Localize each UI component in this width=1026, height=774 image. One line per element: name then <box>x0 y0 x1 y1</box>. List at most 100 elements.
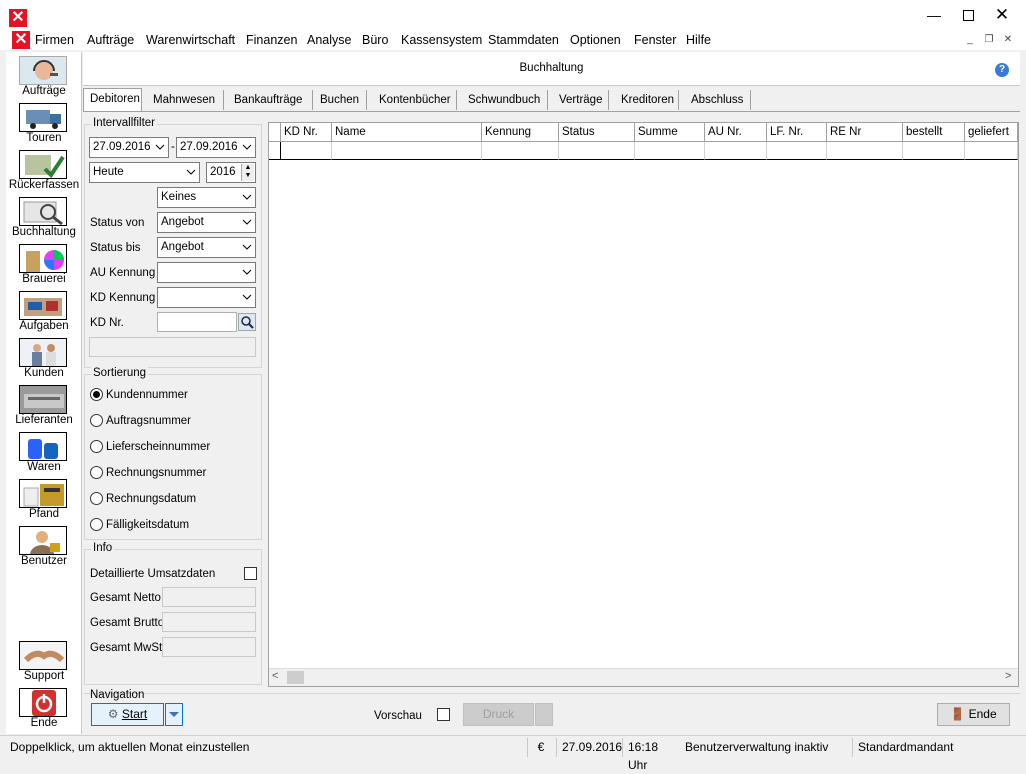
table-cell[interactable] <box>903 142 965 160</box>
column-header-kd-nr[interactable]: KD Nr. <box>281 123 332 142</box>
menu-finanzen[interactable]: Finanzen <box>246 32 297 48</box>
scroll-right-icon[interactable]: > <box>1005 670 1011 682</box>
spinner-arrows-icon[interactable]: ▲ ▼ <box>241 164 254 181</box>
mdi-close-icon[interactable]: ✕ <box>1000 33 1016 47</box>
sort-option-rechnungsnummer[interactable]: Rechnungsnummer <box>90 465 255 481</box>
column-header-bestellt[interactable]: bestellt <box>903 123 965 142</box>
sidebar-item-lieferanten[interactable]: Lieferanten <box>6 383 82 430</box>
status-von-select[interactable]: Angebot <box>157 212 256 233</box>
table-cell[interactable] <box>482 142 559 160</box>
column-header-re-nr[interactable]: RE Nr <box>827 123 903 142</box>
menu-warenwirtschaft[interactable]: Warenwirtschaft <box>146 32 235 48</box>
suppliers-icon <box>19 385 67 414</box>
sidebar-item-benutzer[interactable]: Benutzer <box>6 524 82 571</box>
maximize-icon[interactable] <box>951 0 985 30</box>
tab-mahnwesen[interactable]: Mahnwesen <box>147 90 224 110</box>
column-header-geliefert[interactable]: geliefert <box>965 123 1018 142</box>
keines-select[interactable]: Keines <box>157 187 256 208</box>
tab-schwundbuch[interactable]: Schwundbuch <box>462 90 548 110</box>
table-cell[interactable] <box>705 142 767 160</box>
table-cell[interactable] <box>827 142 903 160</box>
menu-buero[interactable]: Büro <box>362 32 388 48</box>
sidebar-item-auftraege[interactable]: Aufträge <box>6 54 82 101</box>
year-spinner[interactable]: 2016 ▲ ▼ <box>206 162 256 183</box>
scroll-left-icon[interactable]: < <box>272 670 278 682</box>
status-von-value: Angebot <box>161 216 204 228</box>
menu-firmen[interactable]: Firmen <box>35 32 74 48</box>
search-icon[interactable] <box>238 313 256 331</box>
date-to-picker[interactable]: 27.09.2016 <box>176 137 256 158</box>
period-select[interactable]: Heute <box>89 162 200 183</box>
chevron-down-icon <box>155 144 165 150</box>
column-header-summe[interactable]: Summe <box>635 123 705 142</box>
mdi-restore-icon[interactable]: ❐ <box>981 33 997 47</box>
column-header-au-nr[interactable]: AU Nr. <box>705 123 767 142</box>
druck-dropdown-button[interactable] <box>535 703 553 726</box>
tab-bankauftraege[interactable]: Bankaufträge <box>228 90 313 110</box>
minimize-icon[interactable]: — <box>917 0 951 30</box>
scrollbar-thumb[interactable] <box>287 671 304 684</box>
sidebar-item-aufgaben[interactable]: Aufgaben <box>6 289 82 336</box>
menu-hilfe[interactable]: Hilfe <box>686 32 711 48</box>
menu-fenster[interactable]: Fenster <box>634 32 676 48</box>
sort-option-kundennummer[interactable]: Kundennummer <box>90 387 255 403</box>
table-cell[interactable] <box>281 142 332 160</box>
column-header-status[interactable]: Status <box>559 123 635 142</box>
tab-abschluss[interactable]: Abschluss <box>685 90 751 110</box>
table-cell[interactable] <box>559 142 635 160</box>
help-icon[interactable]: ? <box>995 63 1009 77</box>
kd-kennung-select[interactable] <box>157 287 256 308</box>
menu-kassensystem[interactable]: Kassensystem <box>401 32 482 48</box>
table-cell[interactable] <box>332 142 482 160</box>
table-cell[interactable] <box>965 142 1018 160</box>
menu-auftraege[interactable]: Aufträge <box>87 32 134 48</box>
table-cell[interactable] <box>635 142 705 160</box>
tab-vertraege[interactable]: Verträge <box>553 90 609 110</box>
mdi-minimize-icon[interactable]: _ <box>962 33 978 47</box>
chevron-down-icon <box>242 294 252 300</box>
radio-icon <box>90 440 103 453</box>
druck-button[interactable]: Druck <box>463 703 534 726</box>
horizontal-scrollbar[interactable]: < > <box>269 668 1018 686</box>
au-kennung-select[interactable] <box>157 262 256 283</box>
sort-option-faelligkeitsdatum[interactable]: Fälligkeitsdatum <box>90 517 255 533</box>
sort-option-lieferscheinnummer[interactable]: Lieferscheinnummer <box>90 439 255 455</box>
detail-umsatz-checkbox[interactable] <box>244 567 257 580</box>
menu-optionen[interactable]: Optionen <box>570 32 621 48</box>
sidebar-item-brauerei[interactable]: Brauerei <box>6 242 82 289</box>
tab-debitoren[interactable]: Debitoren <box>83 88 142 112</box>
close-icon[interactable]: ✕ <box>985 0 1019 30</box>
table-cell[interactable] <box>767 142 827 160</box>
sidebar-item-rueckerfassen[interactable]: Rückerfassen <box>6 148 82 195</box>
sidebar-item-support[interactable]: Support <box>6 639 82 686</box>
sidebar-item-pfand[interactable]: Pfand <box>6 477 82 524</box>
tab-kontenbuecher[interactable]: Kontenbücher <box>373 90 457 110</box>
column-header-lf-nr[interactable]: LF. Nr. <box>767 123 827 142</box>
date-from-picker[interactable]: 27.09.2016 <box>89 137 169 158</box>
sidebar-item-waren[interactable]: Waren <box>6 430 82 477</box>
sidebar-item-kunden[interactable]: Kunden <box>6 336 82 383</box>
sort-option-label: Rechnungsdatum <box>106 493 197 505</box>
chevron-down-icon <box>242 219 252 225</box>
kd-nr-input[interactable] <box>157 312 237 332</box>
vorschau-checkbox[interactable] <box>437 708 450 721</box>
menu-analyse[interactable]: Analyse <box>307 32 351 48</box>
sort-option-rechnungsdatum[interactable]: Rechnungsdatum <box>90 491 255 507</box>
start-button[interactable]: ⚙ Start <box>91 703 164 726</box>
sort-option-auftragsnummer[interactable]: Auftragsnummer <box>90 413 255 429</box>
sidebar-item-buchhaltung[interactable]: Buchhaltung <box>6 195 82 242</box>
document-logo-icon: ✕ <box>12 31 30 49</box>
debitoren-grid[interactable]: KD Nr. Name Kennung Status Summe AU Nr. … <box>268 122 1019 687</box>
app-logo-icon: ✕ <box>9 9 27 27</box>
sidebar-label: Pfand <box>28 508 60 520</box>
status-bis-select[interactable]: Angebot <box>157 237 256 258</box>
column-header-kennung[interactable]: Kennung <box>482 123 559 142</box>
sidebar-item-ende[interactable]: Ende <box>6 686 82 733</box>
menu-stammdaten[interactable]: Stammdaten <box>488 32 559 48</box>
column-header-name[interactable]: Name <box>332 123 482 142</box>
ende-button[interactable]: 🚪 Ende <box>937 703 1010 726</box>
sidebar-item-touren[interactable]: Touren <box>6 101 82 148</box>
tab-kreditoren[interactable]: Kreditoren <box>615 90 679 110</box>
tab-buchen[interactable]: Buchen <box>314 90 367 110</box>
start-dropdown-button[interactable] <box>165 703 183 726</box>
